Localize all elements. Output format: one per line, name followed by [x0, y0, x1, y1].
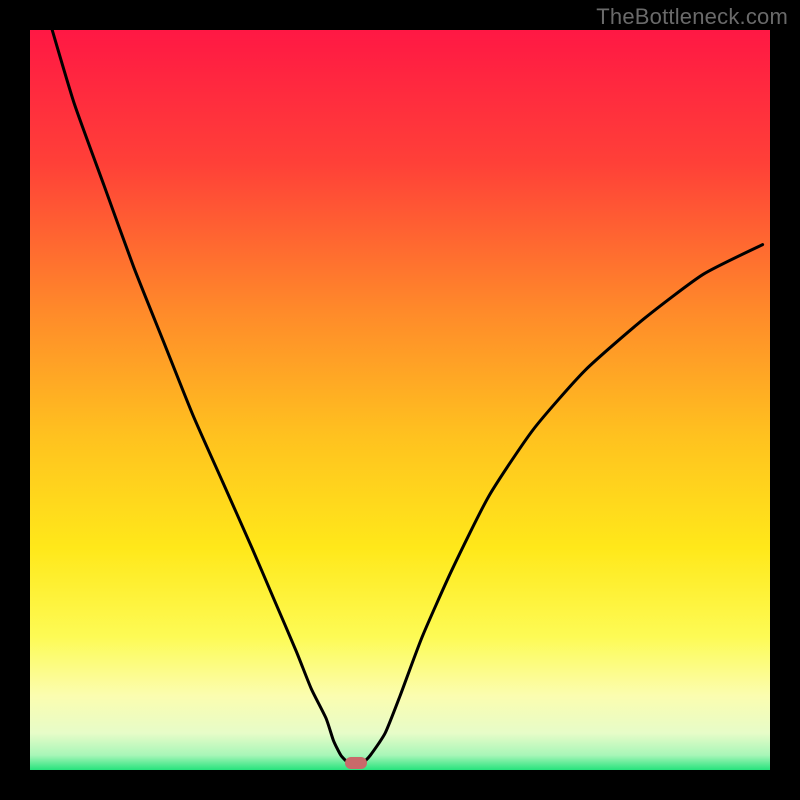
chart-frame: TheBottleneck.com	[0, 0, 800, 800]
watermark-text: TheBottleneck.com	[596, 4, 788, 30]
bottleneck-curve	[30, 30, 770, 770]
plot-area	[30, 30, 770, 770]
optimal-marker	[345, 757, 367, 769]
